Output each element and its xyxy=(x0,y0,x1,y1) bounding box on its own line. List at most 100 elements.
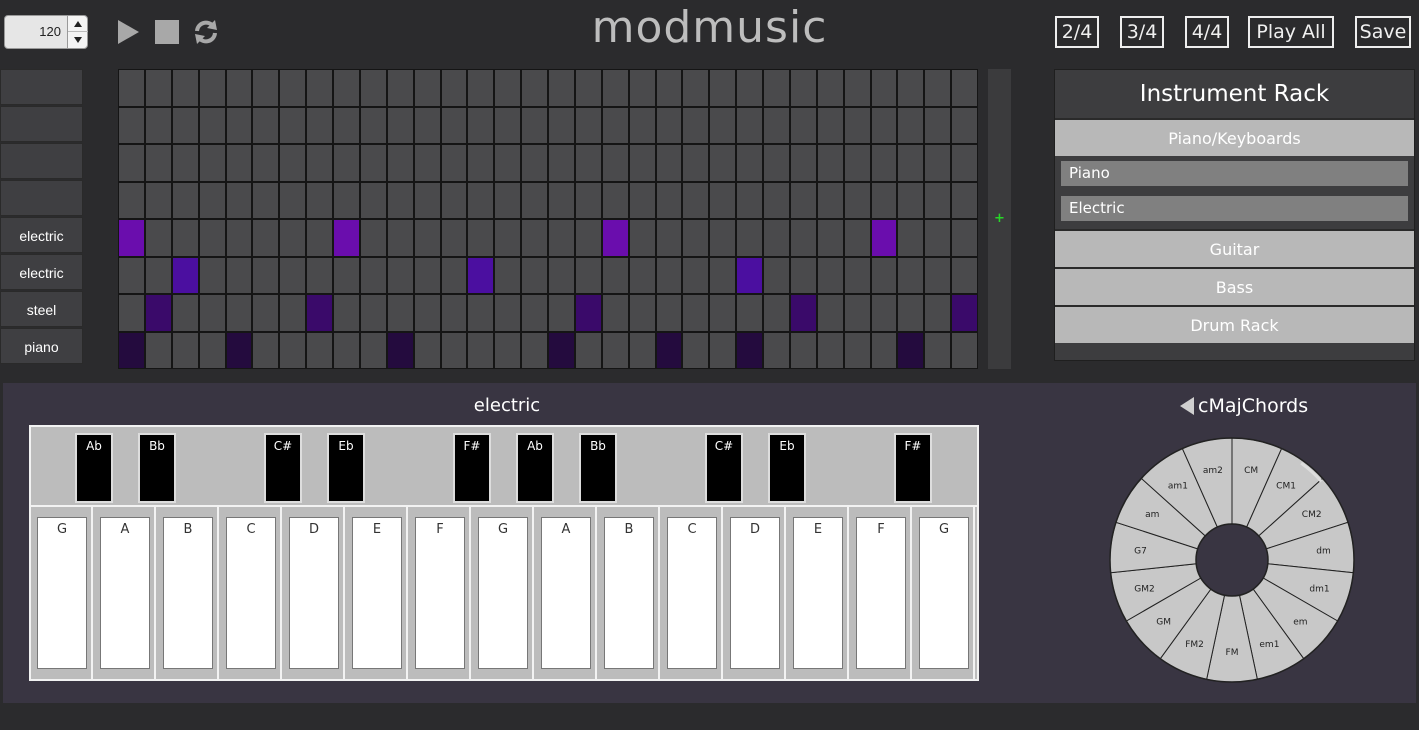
sequencer-cell[interactable] xyxy=(656,332,682,368)
sequencer-cell[interactable] xyxy=(764,220,789,256)
sequencer-cell[interactable] xyxy=(441,145,467,181)
sequencer-cell[interactable] xyxy=(817,145,843,181)
sequencer-cell[interactable] xyxy=(925,182,951,218)
sequencer-cell[interactable] xyxy=(199,295,225,331)
sequencer-cell[interactable] xyxy=(468,145,494,181)
sequencer-cell[interactable] xyxy=(602,70,628,106)
sequencer-cell[interactable] xyxy=(656,107,682,143)
sequencer-cell[interactable] xyxy=(495,257,521,293)
sequencer-cell[interactable] xyxy=(790,182,816,218)
sequencer-cell[interactable] xyxy=(468,257,494,293)
sequencer-cell[interactable] xyxy=(790,220,816,256)
sequencer-cell[interactable] xyxy=(952,257,977,293)
sequencer-cell[interactable] xyxy=(119,257,144,293)
sequencer-cell[interactable] xyxy=(119,70,144,106)
white-key[interactable]: B xyxy=(604,517,654,669)
sequencer-cell[interactable] xyxy=(952,182,977,218)
sequencer-cell[interactable] xyxy=(629,295,655,331)
sequencer-cell[interactable] xyxy=(334,332,359,368)
sequencer-cell[interactable] xyxy=(172,145,198,181)
sequencer-cell[interactable] xyxy=(441,70,467,106)
sequencer-cell[interactable] xyxy=(253,182,279,218)
sequencer-cell[interactable] xyxy=(871,145,897,181)
sequencer-cell[interactable] xyxy=(522,182,547,218)
black-key[interactable]: Ab xyxy=(516,433,554,503)
white-key[interactable]: E xyxy=(352,517,402,669)
sequencer-cell[interactable] xyxy=(575,257,601,293)
sequencer-cell[interactable] xyxy=(871,257,897,293)
white-key[interactable]: F xyxy=(856,517,906,669)
white-key[interactable]: B xyxy=(163,517,213,669)
sequencer-cell[interactable] xyxy=(764,107,789,143)
sequencer-cell[interactable] xyxy=(790,332,816,368)
rack-category-piano-keyboards[interactable]: Piano/Keyboards xyxy=(1055,118,1414,156)
sequencer-cell[interactable] xyxy=(468,295,494,331)
sequencer-cell[interactable] xyxy=(737,220,762,256)
track-label[interactable] xyxy=(0,180,83,216)
sequencer-cell[interactable] xyxy=(414,295,440,331)
sequencer-cell[interactable] xyxy=(656,257,682,293)
sequencer-cell[interactable] xyxy=(575,107,601,143)
white-key[interactable]: F xyxy=(415,517,465,669)
sequencer-cell[interactable] xyxy=(925,257,951,293)
sequencer-cell[interactable] xyxy=(226,257,252,293)
rack-instrument-piano[interactable]: Piano xyxy=(1061,161,1408,186)
sequencer-cell[interactable] xyxy=(925,70,951,106)
time-signature-2-4-button[interactable]: 2/4 xyxy=(1055,16,1099,48)
sequencer-cell[interactable] xyxy=(656,70,682,106)
black-key[interactable]: C# xyxy=(264,433,302,503)
sequencer-cell[interactable] xyxy=(522,257,547,293)
sequencer-cell[interactable] xyxy=(737,70,762,106)
sequencer-cell[interactable] xyxy=(199,70,225,106)
sequencer-cell[interactable] xyxy=(119,107,144,143)
sequencer-cell[interactable] xyxy=(172,257,198,293)
sequencer-cell[interactable] xyxy=(307,107,332,143)
sequencer-cell[interactable] xyxy=(710,295,736,331)
track-label[interactable]: electric xyxy=(0,217,83,253)
sequencer-cell[interactable] xyxy=(790,257,816,293)
black-key[interactable]: Eb xyxy=(768,433,806,503)
sequencer-cell[interactable] xyxy=(360,295,386,331)
sequencer-cell[interactable] xyxy=(844,332,870,368)
sequencer-cell[interactable] xyxy=(575,145,601,181)
sequencer-cell[interactable] xyxy=(898,182,924,218)
sequencer-cell[interactable] xyxy=(145,295,171,331)
sequencer-cell[interactable] xyxy=(952,220,977,256)
sequencer-cell[interactable] xyxy=(629,145,655,181)
sequencer-cell[interactable] xyxy=(952,145,977,181)
sequencer-cell[interactable] xyxy=(280,257,306,293)
black-key[interactable]: Bb xyxy=(579,433,617,503)
sequencer-cell[interactable] xyxy=(307,145,332,181)
sequencer-cell[interactable] xyxy=(602,220,628,256)
sequencer-cell[interactable] xyxy=(334,145,359,181)
sequencer-cell[interactable] xyxy=(441,295,467,331)
sequencer-cell[interactable] xyxy=(925,107,951,143)
save-button[interactable]: Save xyxy=(1355,16,1411,48)
sequencer-cell[interactable] xyxy=(334,182,359,218)
sequencer-cell[interactable] xyxy=(414,145,440,181)
sequencer-cell[interactable] xyxy=(844,220,870,256)
sequencer-cell[interactable] xyxy=(790,70,816,106)
sequencer-cell[interactable] xyxy=(522,70,547,106)
sequencer-cell[interactable] xyxy=(764,295,789,331)
sequencer-cell[interactable] xyxy=(629,220,655,256)
sequencer-cell[interactable] xyxy=(307,182,332,218)
sequencer-cell[interactable] xyxy=(925,332,951,368)
sequencer-cell[interactable] xyxy=(253,257,279,293)
sequencer-cell[interactable] xyxy=(871,107,897,143)
sequencer-cell[interactable] xyxy=(549,70,574,106)
sequencer-cell[interactable] xyxy=(495,70,521,106)
sequencer-cell[interactable] xyxy=(898,107,924,143)
sequencer-cell[interactable] xyxy=(441,220,467,256)
black-key[interactable]: Ab xyxy=(75,433,113,503)
sequencer-cell[interactable] xyxy=(172,107,198,143)
sequencer-cell[interactable] xyxy=(280,295,306,331)
sequencer-cell[interactable] xyxy=(656,182,682,218)
sequencer-cell[interactable] xyxy=(414,220,440,256)
sequencer-cell[interactable] xyxy=(360,70,386,106)
sequencer-cell[interactable] xyxy=(952,295,977,331)
sequencer-cell[interactable] xyxy=(145,332,171,368)
sequencer-cell[interactable] xyxy=(468,332,494,368)
sequencer-cell[interactable] xyxy=(145,70,171,106)
sequencer-cell[interactable] xyxy=(522,145,547,181)
